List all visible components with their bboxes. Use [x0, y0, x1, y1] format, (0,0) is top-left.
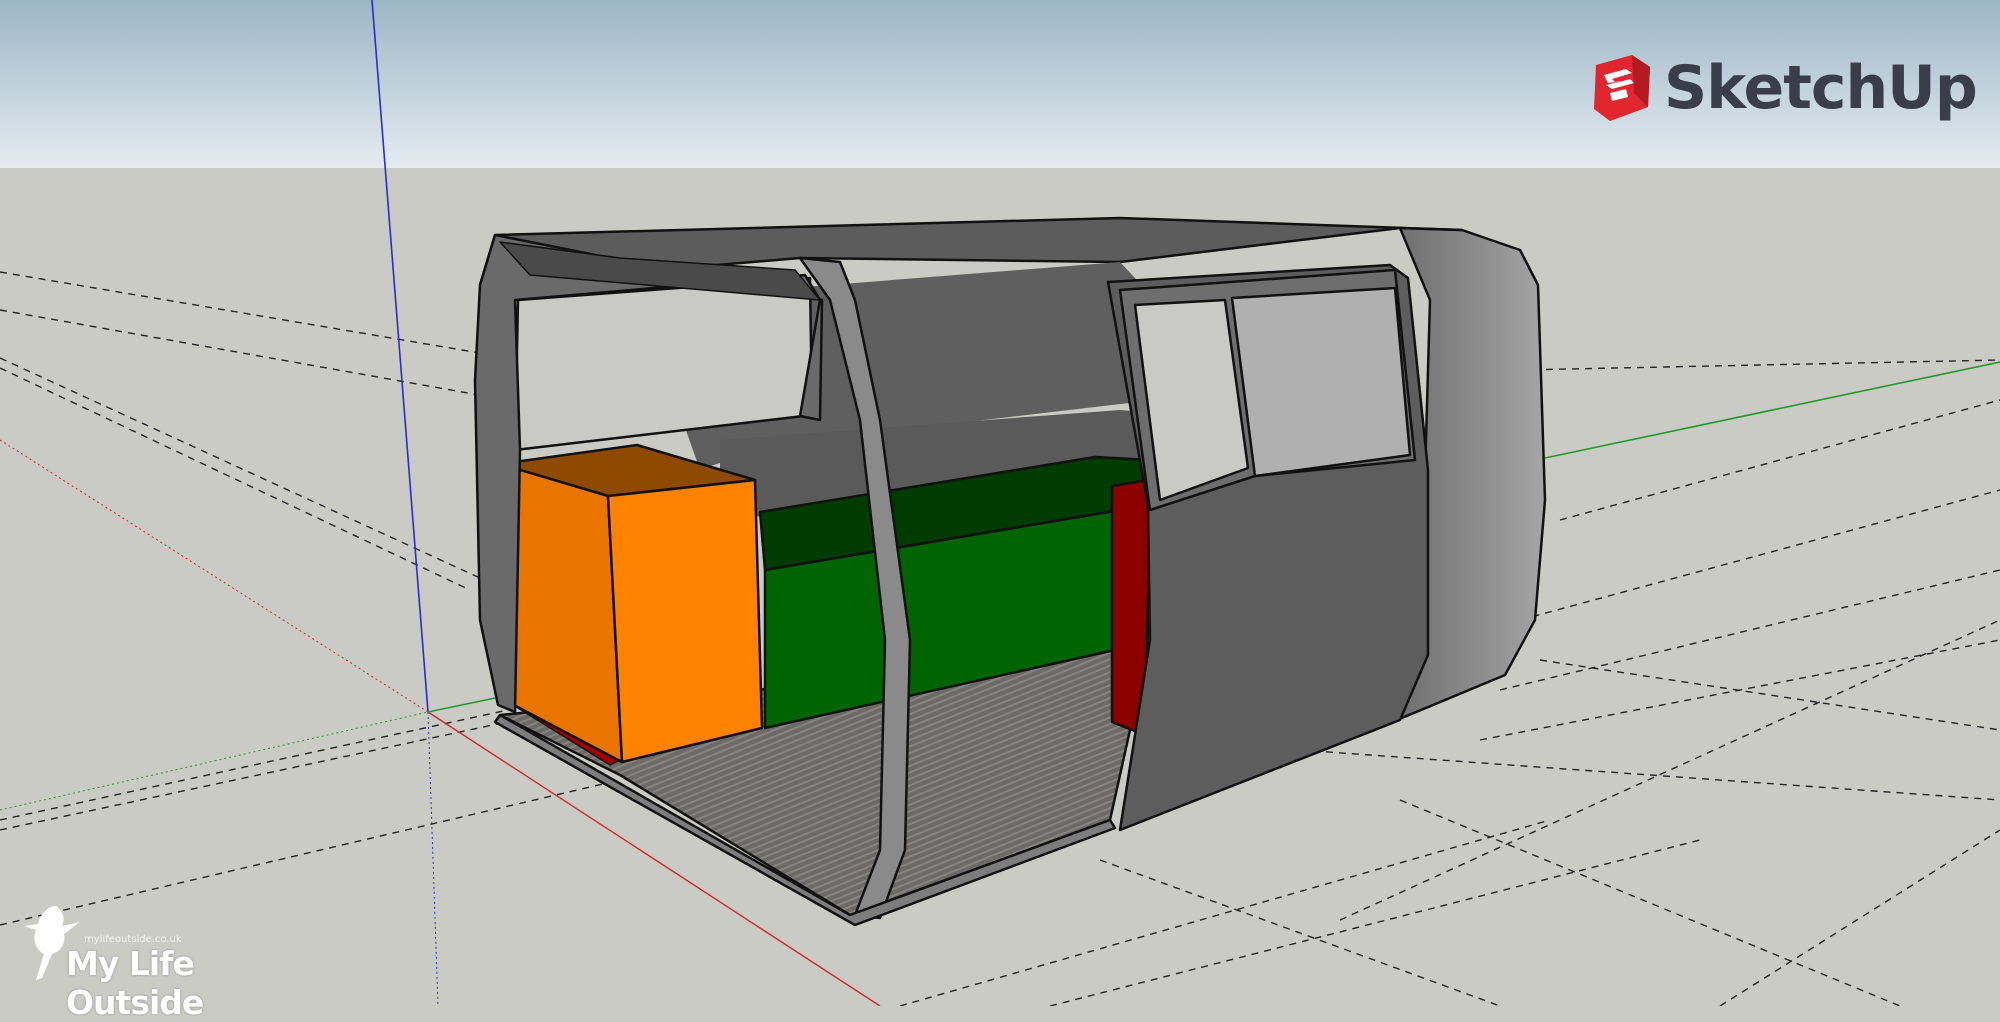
sketchup-logo-icon — [1594, 55, 1650, 121]
sketchup-brand: SketchUp — [1590, 48, 1978, 128]
door-window-glass-rear — [1230, 286, 1412, 478]
scene-canvas[interactable] — [0, 0, 2000, 1006]
3d-viewport[interactable] — [0, 0, 2000, 1006]
watermark: mylifeoutside.co.uk My Life Outside — [22, 900, 322, 1022]
brand-name: SketchUp — [1664, 53, 1978, 123]
watermark-title: My Life Outside — [66, 944, 204, 1022]
cabinet-front — [606, 478, 764, 764]
